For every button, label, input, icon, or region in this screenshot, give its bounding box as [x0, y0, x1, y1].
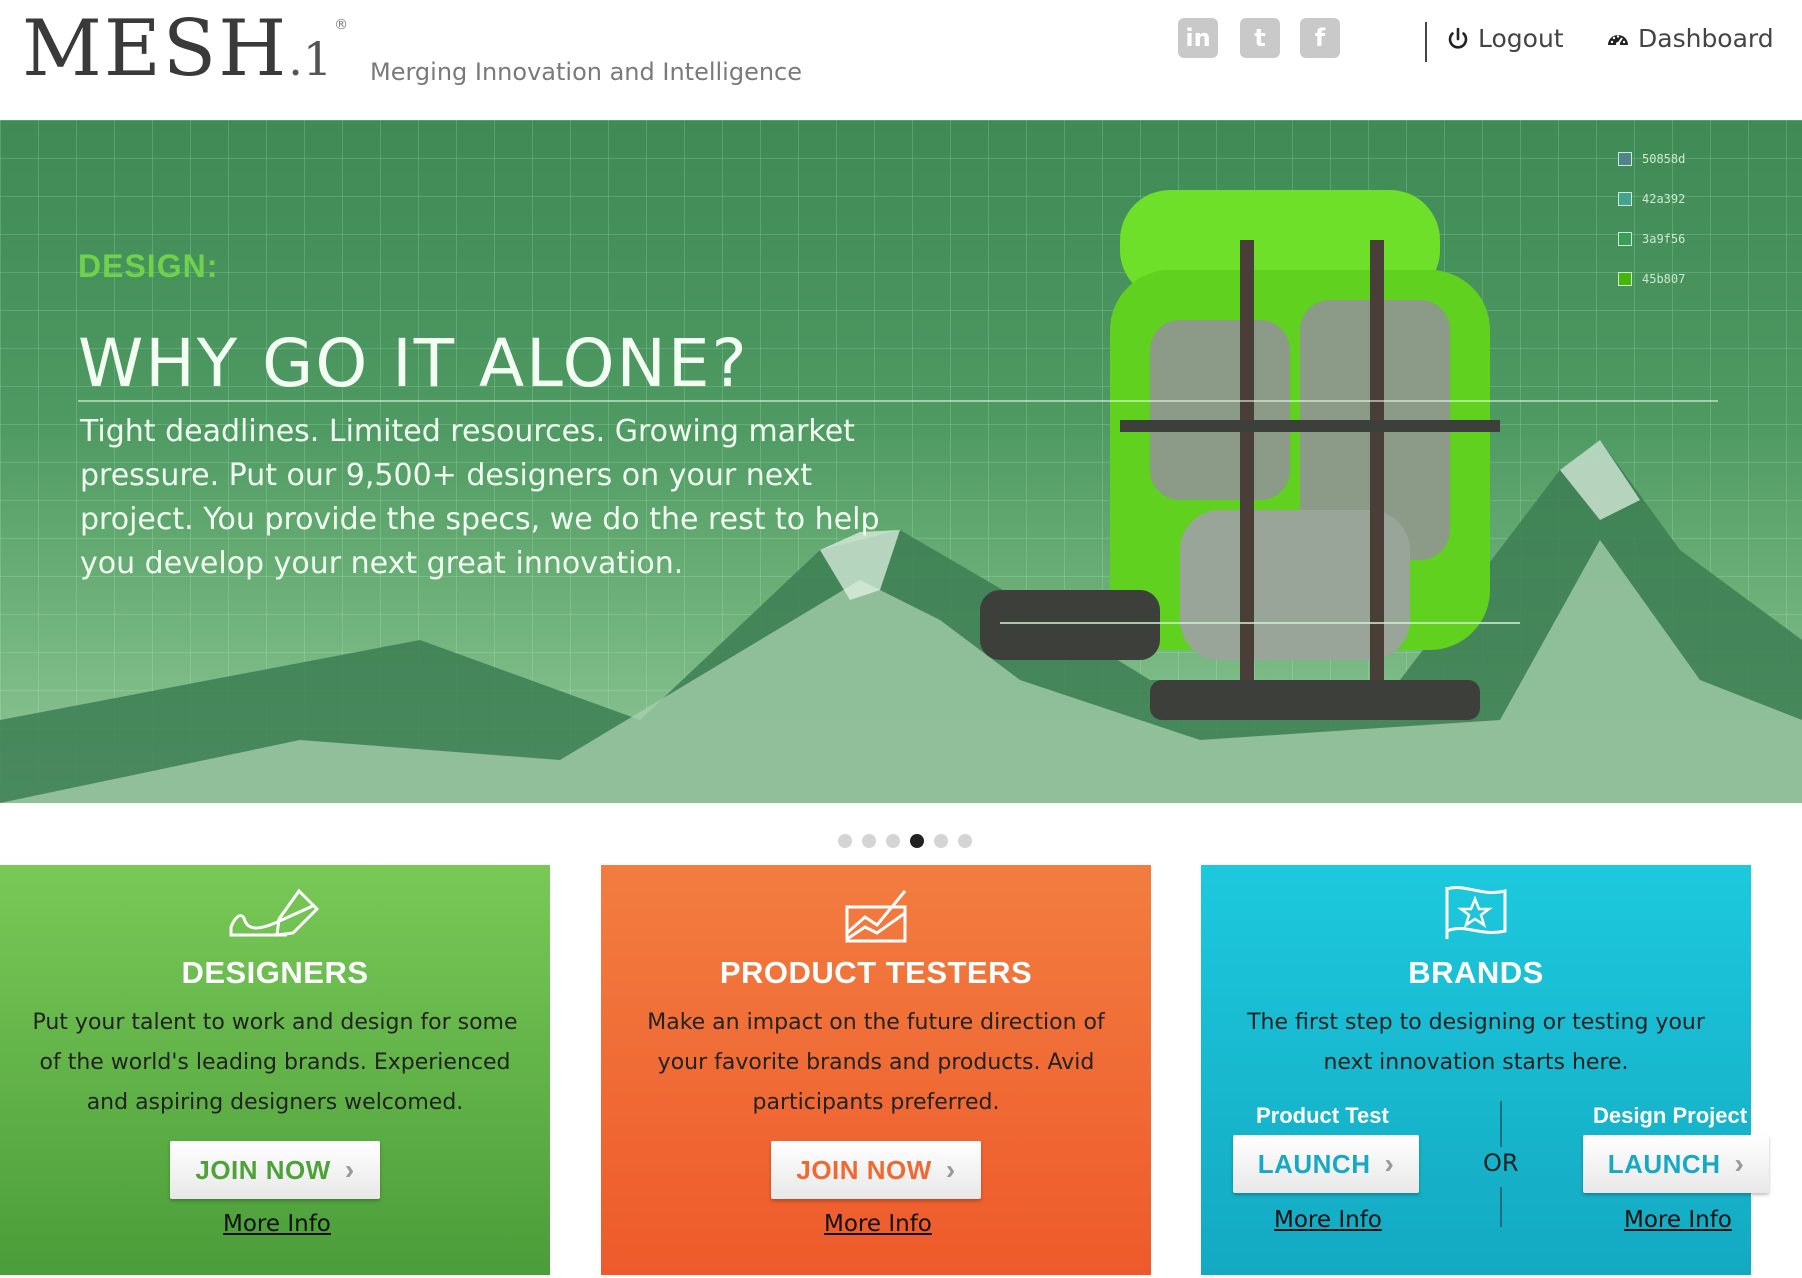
color-swatch — [1618, 152, 1632, 166]
carousel-pagination — [838, 834, 972, 848]
chevron-right-icon: › — [344, 1154, 355, 1185]
or-divider-bottom — [1500, 1187, 1502, 1227]
testers-join-button[interactable]: JOIN NOW › — [771, 1141, 981, 1199]
logout-label: Logout — [1478, 24, 1564, 53]
logo-sub-text: .1 — [288, 32, 333, 86]
brands-card: BRANDS The first step to designing or te… — [1201, 865, 1769, 1275]
nav-divider — [1425, 22, 1427, 62]
chevron-right-icon: › — [945, 1154, 956, 1185]
logo-text: MESH — [22, 4, 289, 94]
carousel-dot[interactable] — [838, 834, 852, 848]
color-swatch-row: 3a9f56 — [1618, 232, 1685, 246]
dashboard-gauge-icon — [1608, 34, 1628, 46]
carousel-dot[interactable] — [958, 834, 972, 848]
hero-body: Tight deadlines. Limited resources. Grow… — [80, 414, 880, 581]
color-swatch-row: 45b807 — [1618, 272, 1685, 286]
swatch-code: 42a392 — [1642, 192, 1686, 206]
design-project-label: Design Project — [1593, 1103, 1748, 1128]
designers-card: DESIGNERS Put your talent to work and de… — [0, 865, 550, 1275]
hero-title: WHY GO IT ALONE? — [78, 325, 749, 402]
product-test-more-info-link[interactable]: More Info — [1274, 1207, 1382, 1233]
dashboard-link[interactable]: Dashboard — [1606, 24, 1774, 53]
color-swatch — [1618, 272, 1632, 286]
site-header: MESH.1 ® Merging Innovation and Intellige… — [0, 0, 1802, 120]
chart-trend-icon — [845, 890, 907, 943]
chevron-right-icon: › — [1384, 1148, 1395, 1179]
backpack-image — [980, 190, 1500, 720]
registered-mark: ® — [334, 17, 351, 33]
launch-label: LAUNCH — [1257, 1148, 1371, 1179]
color-swatch-row: 50858d — [1618, 152, 1685, 166]
pencil-drawing-icon — [229, 888, 320, 937]
designers-more-info-link[interactable]: More Info — [223, 1211, 331, 1237]
mesh01-logo[interactable]: MESH.1 ® — [22, 10, 348, 88]
design-project-launch-button[interactable]: LAUNCH › — [1583, 1135, 1769, 1193]
or-label: OR — [1483, 1149, 1519, 1177]
carousel-dot[interactable] — [862, 834, 876, 848]
testers-more-info-link[interactable]: More Info — [824, 1211, 932, 1237]
join-now-label: JOIN NOW — [796, 1154, 932, 1185]
or-divider-top — [1500, 1101, 1502, 1147]
chevron-right-icon: › — [1734, 1148, 1745, 1179]
carousel-dot[interactable] — [934, 834, 948, 848]
hero-kicker: DESIGN: — [78, 248, 219, 284]
carousel-dot-active[interactable] — [910, 834, 924, 848]
color-swatch-row: 42a392 — [1618, 192, 1685, 206]
product-testers-title: PRODUCT TESTERS — [719, 955, 1033, 990]
product-test-label: Product Test — [1256, 1103, 1389, 1128]
product-test-launch-button[interactable]: LAUNCH › — [1233, 1135, 1419, 1193]
logout-link[interactable]: Logout — [1446, 24, 1564, 53]
facebook-icon[interactable]: f — [1300, 18, 1340, 58]
power-icon — [1448, 27, 1468, 49]
designers-join-button[interactable]: JOIN NOW › — [170, 1141, 380, 1199]
color-swatch — [1618, 232, 1632, 246]
swatch-code: 50858d — [1642, 152, 1686, 166]
design-project-more-info-link[interactable]: More Info — [1624, 1207, 1732, 1233]
designers-title: DESIGNERS — [181, 955, 369, 990]
twitter-icon[interactable]: t — [1240, 18, 1280, 58]
swatch-code: 45b807 — [1642, 272, 1686, 286]
join-now-label: JOIN NOW — [195, 1154, 331, 1185]
color-swatch — [1618, 192, 1632, 206]
swatch-code: 3a9f56 — [1642, 232, 1686, 246]
star-flag-icon — [1445, 886, 1507, 939]
tagline: Merging Innovation and Intelligence — [370, 58, 803, 86]
hero-divider — [78, 400, 1718, 402]
hero-banner[interactable]: DESIGN: WHY GO IT ALONE? Tight deadlines… — [0, 120, 1802, 803]
linkedin-icon[interactable]: in — [1178, 18, 1218, 58]
product-testers-description: Make an impact on the future direction o… — [647, 1010, 1105, 1115]
dashboard-label: Dashboard — [1638, 24, 1774, 53]
carousel-dot[interactable] — [886, 834, 900, 848]
product-testers-card: PRODUCT TESTERS Make an impact on the fu… — [601, 865, 1151, 1275]
designers-description: Put your talent to work and design for s… — [32, 1010, 518, 1115]
launch-label: LAUNCH — [1607, 1148, 1721, 1179]
brands-description: The first step to designing or testing y… — [1247, 1010, 1705, 1075]
brands-title: BRANDS — [1408, 955, 1544, 990]
